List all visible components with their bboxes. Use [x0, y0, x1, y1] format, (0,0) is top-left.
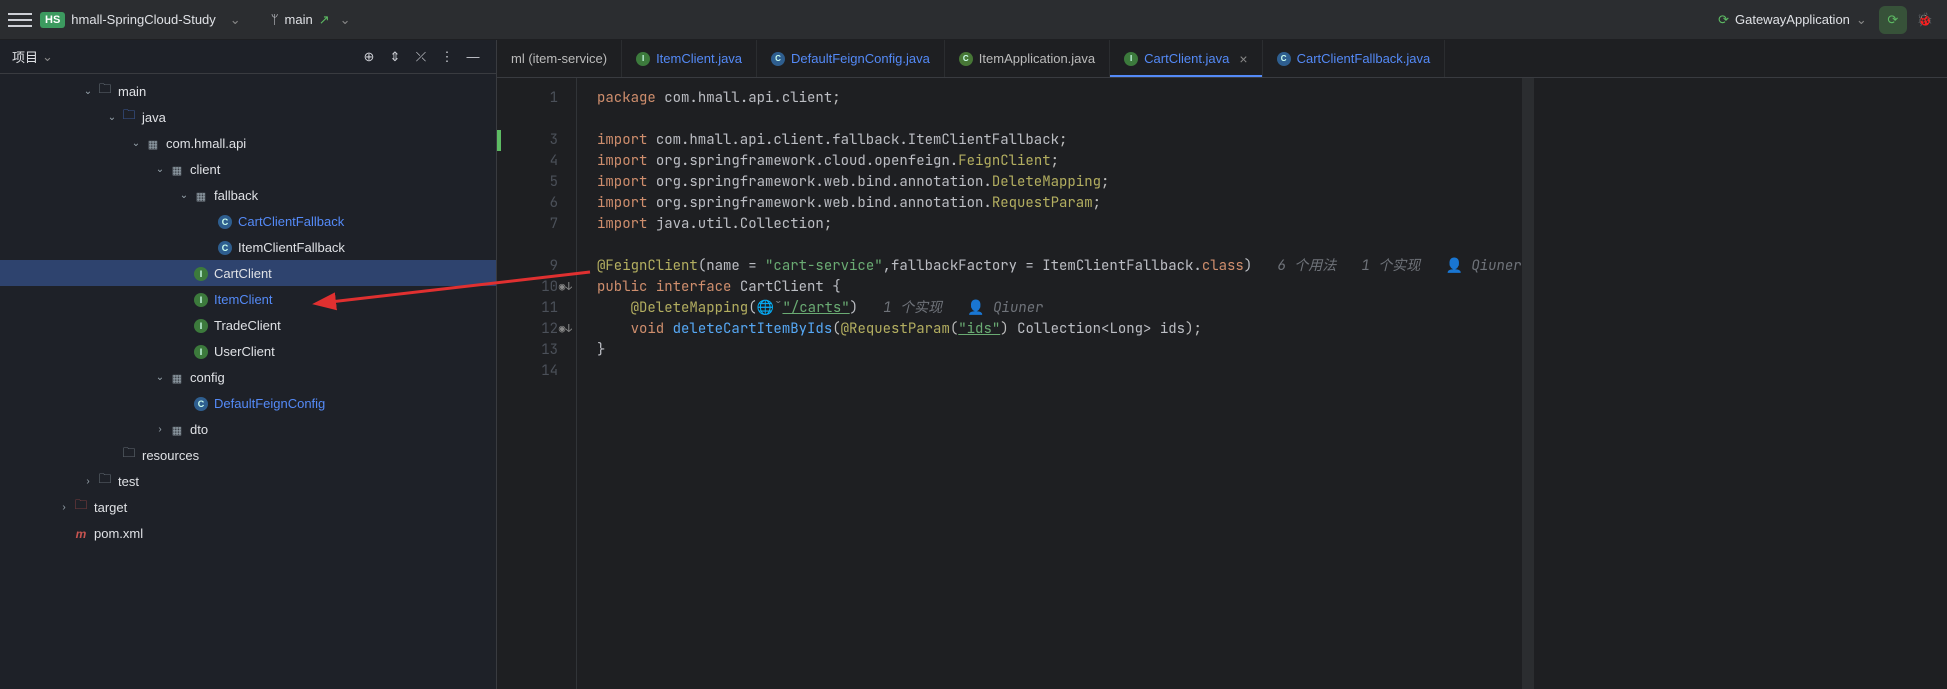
chevron-down-icon[interactable]: ⌄ — [42, 49, 53, 65]
tab-itemapplication[interactable]: CItemApplication.java — [945, 40, 1110, 77]
class-icon: C — [216, 239, 234, 255]
vcs-marker — [497, 130, 501, 151]
sidebar-header: 项目 ⌄ ⊕ ⇕ ⤫ ⋮ — — [0, 40, 496, 74]
class-icon: C — [216, 213, 234, 229]
folder-icon: 🗀 — [72, 496, 90, 518]
tree-node-itemclient[interactable]: IItemClient — [0, 286, 496, 312]
tree-node-pom[interactable]: mpom.xml — [0, 520, 496, 546]
tab-cartclient[interactable]: ICartClient.java× — [1110, 40, 1262, 77]
interface-icon: I — [192, 291, 210, 307]
editor-tabs: ml (item-service) IItemClient.java CDefa… — [497, 40, 1947, 78]
tree-node-dto[interactable]: dto — [0, 416, 496, 442]
project-sidebar: 项目 ⌄ ⊕ ⇕ ⤫ ⋮ — 🗀main 🗀java com.hmall.api… — [0, 40, 497, 689]
tree-node-defaultfeignconfig[interactable]: CDefaultFeignConfig — [0, 390, 496, 416]
tree-node-main[interactable]: 🗀main — [0, 78, 496, 104]
branch-selector[interactable]: main↗⌄ — [285, 12, 361, 28]
tree-node-resources[interactable]: 🗀resources — [0, 442, 496, 468]
class-icon: C — [192, 395, 210, 411]
chevron-down-icon: ⌄ — [1856, 12, 1867, 28]
tree-node-cartclientfallback[interactable]: CCartClientFallback — [0, 208, 496, 234]
maven-icon: m — [72, 526, 90, 541]
tree-node-target[interactable]: 🗀target — [0, 494, 496, 520]
target-icon[interactable]: ⊕ — [358, 46, 380, 68]
tab-cartclientfallback[interactable]: CCartClientFallback.java — [1263, 40, 1446, 77]
interface-icon: I — [192, 343, 210, 359]
impl-icon[interactable]: ◉↓ — [559, 277, 572, 298]
tab-itemclient[interactable]: IItemClient.java — [622, 40, 757, 77]
tree-node-userclient[interactable]: IUserClient — [0, 338, 496, 364]
more-icon[interactable]: ⋮ — [436, 46, 458, 68]
tree-node-java[interactable]: 🗀java — [0, 104, 496, 130]
package-icon — [144, 136, 162, 151]
tree-node-test[interactable]: 🗀test — [0, 468, 496, 494]
minimize-icon[interactable]: — — [462, 46, 484, 68]
tree-node-cartclient[interactable]: ICartClient — [0, 260, 496, 286]
package-icon — [168, 162, 186, 177]
run-icon: ⟳ — [1718, 12, 1729, 28]
package-icon — [192, 188, 210, 203]
project-badge: HS — [40, 12, 65, 28]
class-icon: C — [1277, 52, 1291, 66]
tab-item-service[interactable]: ml (item-service) — [497, 40, 622, 77]
gutter: 13456791011121314 ◉↓ ◉↓ — [497, 78, 577, 689]
tree-node-itemclientfallback[interactable]: CItemClientFallback — [0, 234, 496, 260]
scrollbar[interactable] — [1522, 78, 1534, 689]
code-content[interactable]: package com.hmall.api.client; import com… — [577, 78, 1522, 689]
class-icon: C — [771, 52, 785, 66]
debug-icon[interactable]: 🐞 — [1917, 12, 1933, 28]
class-icon: C — [959, 52, 973, 66]
tree-node-package[interactable]: com.hmall.api — [0, 130, 496, 156]
tree-node-fallback[interactable]: fallback — [0, 182, 496, 208]
folder-icon: 🗀 — [96, 470, 114, 492]
tab-defaultfeignconfig[interactable]: CDefaultFeignConfig.java — [757, 40, 945, 77]
folder-icon: 🗀 — [120, 106, 138, 128]
close-icon[interactable]: × — [1239, 51, 1247, 67]
package-icon — [168, 370, 186, 385]
tree-node-tradeclient[interactable]: ITradeClient — [0, 312, 496, 338]
interface-icon: I — [1124, 52, 1138, 66]
interface-icon: I — [192, 317, 210, 333]
expand-icon[interactable]: ⇕ — [384, 46, 406, 68]
folder-icon: 🗀 — [96, 80, 114, 102]
editor-area: ml (item-service) IItemClient.java CDefa… — [497, 40, 1947, 689]
project-tree[interactable]: 🗀main 🗀java com.hmall.api client fallbac… — [0, 74, 496, 689]
interface-icon: I — [636, 52, 650, 66]
impl-icon[interactable]: ◉↓ — [559, 319, 572, 340]
menu-icon[interactable] — [8, 8, 32, 32]
code-editor[interactable]: 13456791011121314 ◉↓ ◉↓ package com.hmal… — [497, 78, 1947, 689]
title-bar: HS hmall-SpringCloud-Study ⌄ ᛘ main↗⌄ ⟳ … — [0, 0, 1947, 40]
collapse-icon[interactable]: ⤫ — [410, 46, 432, 68]
tree-node-config[interactable]: config — [0, 364, 496, 390]
project-name[interactable]: hmall-SpringCloud-Study — [71, 12, 216, 27]
chevron-down-icon[interactable]: ⌄ — [230, 12, 241, 28]
run-config-selector[interactable]: ⟳ GatewayApplication ⌄ — [1718, 12, 1867, 28]
interface-icon: I — [192, 265, 210, 281]
package-icon — [168, 422, 186, 437]
branch-icon: ᛘ — [271, 12, 279, 27]
run-button[interactable]: ⟳ — [1879, 6, 1907, 34]
sidebar-title: 项目 — [12, 47, 38, 66]
folder-icon: 🗀 — [120, 444, 138, 466]
tree-node-client[interactable]: client — [0, 156, 496, 182]
